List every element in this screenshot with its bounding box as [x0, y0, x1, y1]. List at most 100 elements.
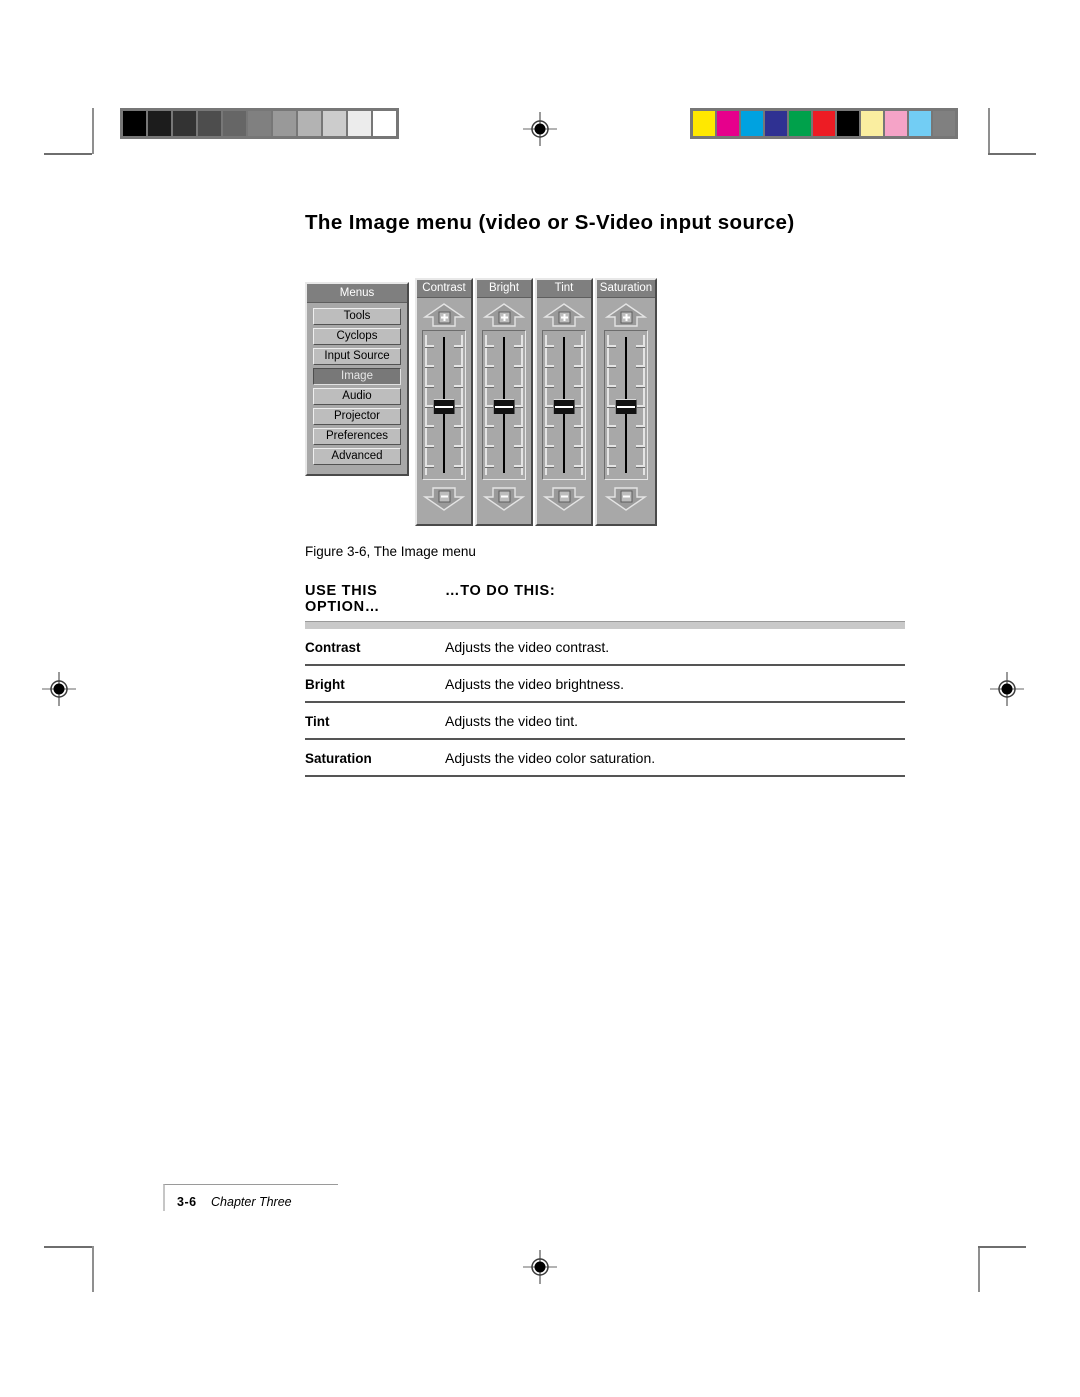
- footer-page-number: 3-6: [177, 1195, 197, 1209]
- table-cell-option: Contrast: [305, 639, 361, 655]
- menus-panel-title: Menus: [307, 283, 407, 303]
- slider-tick: [636, 404, 645, 407]
- registration-mark-bottom: [523, 1250, 557, 1284]
- decrease-button-contrast[interactable]: [421, 486, 467, 512]
- table-body: Contrast Adjusts the video contrast. Brigh…: [305, 629, 905, 777]
- increase-button-bright[interactable]: [481, 302, 527, 328]
- slider-tick: [514, 364, 523, 367]
- increase-button-tint[interactable]: [541, 302, 587, 328]
- slider-tick: [574, 404, 583, 407]
- slider-tick: [636, 464, 645, 467]
- menu-item-label: Preferences: [325, 429, 388, 442]
- increase-button-saturation[interactable]: [603, 302, 649, 328]
- slider-tick: [545, 464, 554, 467]
- slider-tick: [574, 464, 583, 467]
- grayscale-swatch: [147, 110, 172, 137]
- color-swatch: [836, 110, 860, 137]
- menu-item-preferences[interactable]: Preferences: [313, 427, 401, 445]
- up-arrow-plus-icon: [604, 302, 648, 327]
- color-swatch: [764, 110, 788, 137]
- grayscale-swatch: [272, 110, 297, 137]
- slider-tick: [607, 464, 616, 467]
- table-header-col2: …TO DO THIS:: [445, 582, 556, 599]
- page-title: The Image menu (video or S-Video input s…: [305, 211, 795, 234]
- slider-thumb-saturation[interactable]: [615, 399, 637, 415]
- slider-track-saturation[interactable]: [604, 329, 648, 480]
- menu-item-image[interactable]: Image: [313, 367, 401, 385]
- slider-tick: [485, 424, 494, 427]
- page-footer: 3-6 Chapter Three: [163, 1184, 338, 1211]
- menu-item-advanced[interactable]: Advanced: [313, 447, 401, 465]
- slider-panel-contrast: Contrast: [415, 277, 473, 526]
- color-swatch: [716, 110, 740, 137]
- slider-title-tint: Tint: [537, 279, 591, 298]
- color-swatch: [692, 110, 716, 137]
- crop-mark-top-left-horizontal: [44, 153, 92, 155]
- crop-mark-top-right-vertical: [988, 108, 990, 154]
- grayscale-swatch: [172, 110, 197, 137]
- menu-item-audio[interactable]: Audio: [313, 387, 401, 405]
- slider-title-contrast: Contrast: [417, 279, 471, 298]
- down-arrow-minus-icon: [604, 486, 648, 511]
- grayscale-swatch: [322, 110, 347, 137]
- slider-tick: [514, 424, 523, 427]
- footer-chapter-name: Chapter Three: [211, 1195, 292, 1209]
- slider-tick: [636, 364, 645, 367]
- slider-tick: [607, 424, 616, 427]
- slider-track-contrast[interactable]: [422, 329, 466, 480]
- slider-tick: [514, 444, 523, 447]
- decrease-button-bright[interactable]: [481, 486, 527, 512]
- slider-tick: [425, 344, 434, 347]
- color-swatch: [908, 110, 932, 137]
- slider-tick: [514, 464, 523, 467]
- decrease-button-saturation[interactable]: [603, 486, 649, 512]
- figure-caption: Figure 3-6, The Image menu: [305, 543, 476, 559]
- slider-tick: [514, 344, 523, 347]
- color-calibration-strip: [690, 108, 958, 139]
- table-row: Contrast Adjusts the video contrast.: [305, 629, 905, 666]
- slider-tick: [425, 384, 434, 387]
- menu-item-label: Tools: [343, 309, 371, 322]
- menu-item-projector[interactable]: Projector: [313, 407, 401, 425]
- slider-tick: [454, 404, 463, 407]
- table-header-row: USE THIS OPTION… …TO DO THIS:: [305, 583, 905, 615]
- registration-mark-top: [523, 112, 557, 146]
- color-swatch: [884, 110, 908, 137]
- table-header-rule: [305, 620, 905, 629]
- table-cell-option: Tint: [305, 713, 330, 729]
- slider-thumb-contrast[interactable]: [433, 399, 455, 415]
- slider-tick: [454, 464, 463, 467]
- slider-track-tint[interactable]: [542, 329, 586, 480]
- slider-tick: [636, 424, 645, 427]
- table-cell-option: Saturation: [305, 750, 372, 766]
- crop-mark-bottom-left-vertical: [92, 1246, 94, 1292]
- slider-title-saturation: Saturation: [597, 279, 655, 298]
- slider-tick: [425, 364, 434, 367]
- slider-track-bright[interactable]: [482, 329, 526, 480]
- down-arrow-minus-icon: [542, 486, 586, 511]
- slider-thumb-bright[interactable]: [493, 399, 515, 415]
- registration-mark-right: [990, 672, 1024, 706]
- table-row: Bright Adjusts the video brightness.: [305, 666, 905, 703]
- menu-item-cyclops[interactable]: Cyclops: [313, 327, 401, 345]
- down-arrow-minus-icon: [422, 486, 466, 511]
- slider-tick: [545, 424, 554, 427]
- decrease-button-tint[interactable]: [541, 486, 587, 512]
- menu-item-tools[interactable]: Tools: [313, 307, 401, 325]
- slider-tick: [574, 444, 583, 447]
- slider-tick: [636, 444, 645, 447]
- grayscale-swatch: [297, 110, 322, 137]
- slider-tick: [425, 464, 434, 467]
- slider-thumb-tint[interactable]: [553, 399, 575, 415]
- slider-tick: [607, 344, 616, 347]
- menu-item-label: Advanced: [331, 449, 383, 462]
- slider-tick: [545, 444, 554, 447]
- grayscale-swatch: [122, 110, 147, 137]
- menu-item-input-source[interactable]: Input Source: [313, 347, 401, 365]
- slider-tick: [574, 344, 583, 347]
- slider-tick: [636, 344, 645, 347]
- increase-button-contrast[interactable]: [421, 302, 467, 328]
- options-table: USE THIS OPTION… …TO DO THIS: Contrast Ad…: [305, 583, 905, 777]
- table-row: Saturation Adjusts the video color satura…: [305, 740, 905, 777]
- table-header-col1: USE THIS OPTION…: [305, 583, 445, 615]
